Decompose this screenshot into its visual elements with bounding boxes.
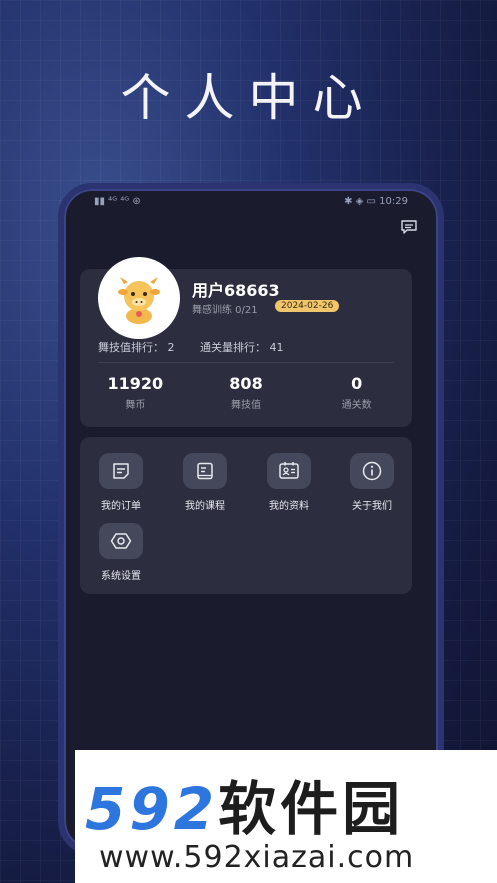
username: 用户68663 [192, 281, 280, 300]
order-icon [99, 453, 143, 489]
profile-card-icon [267, 453, 311, 489]
watermark-numbers: 592 [85, 775, 219, 843]
cow-mascot-icon [118, 277, 160, 324]
rankings: 舞技值排行： 2 通关量排行： 41 [98, 339, 284, 355]
menu-label: 系统设置 [101, 571, 141, 582]
status-bar: ▮▮ ⁴ᴳ ⁴ᴳ ⊛ ✱ ◈ ▭ 10:29 [94, 193, 408, 209]
status-bar-left: ▮▮ ⁴ᴳ ⁴ᴳ ⊛ [94, 195, 141, 207]
training-progress: 舞感训练 0/21 [192, 305, 258, 316]
menu-item-orders[interactable]: 我的订单 [86, 453, 156, 512]
stat-label: 舞技值 [231, 400, 261, 411]
stat-label: 舞币 [125, 400, 146, 411]
menu-item-profile[interactable]: 我的资料 [254, 453, 324, 512]
stats-row: 11920 舞币 808 舞技值 0 通关数 [80, 374, 412, 411]
stat-levels[interactable]: 0 通关数 [301, 374, 412, 411]
watermark-name: 软件园 [218, 775, 405, 843]
stat-label: 通关数 [341, 400, 372, 411]
stat-value: 11920 [107, 374, 164, 393]
watermark-brand: 592软件园 [85, 762, 404, 846]
info-icon [350, 453, 394, 489]
course-icon [183, 453, 227, 489]
avatar[interactable] [98, 257, 180, 339]
stat-value: 808 [229, 374, 263, 393]
settings-hexagon-icon [99, 523, 143, 559]
rank-levels: 通关量排行： 41 [200, 341, 284, 354]
message-icon[interactable] [400, 219, 418, 235]
menu-label: 我的课程 [185, 501, 225, 512]
page-headline: 个人中心 [120, 69, 377, 127]
status-bar-right: ✱ ◈ ▭ 10:29 [344, 195, 408, 207]
menu-item-courses[interactable]: 我的课程 [170, 453, 240, 512]
menu-item-about[interactable]: 关于我们 [337, 453, 407, 512]
watermark-url: www.592xiazai.com [99, 840, 415, 875]
date-badge: 2024-02-26 [275, 300, 340, 312]
menu-item-settings[interactable]: 系统设置 [86, 523, 156, 582]
menu-card: 我的订单 我的课程 我的资料 关于我们 系统设置 [80, 437, 412, 594]
menu-label: 我的订单 [101, 501, 141, 512]
site-watermark: 592软件园 www.592xiazai.com [75, 750, 497, 883]
stat-skill[interactable]: 808 舞技值 [191, 374, 302, 411]
profile-card: 用户68663 舞感训练 0/21 2024-02-26 舞技值排行： 2 通关… [80, 257, 412, 427]
rank-skill: 舞技值排行： 2 [98, 341, 175, 354]
divider [98, 362, 394, 363]
menu-label: 我的资料 [269, 501, 309, 512]
stat-coins[interactable]: 11920 舞币 [80, 374, 191, 411]
menu-label: 关于我们 [352, 501, 392, 512]
stat-value: 0 [351, 374, 363, 393]
